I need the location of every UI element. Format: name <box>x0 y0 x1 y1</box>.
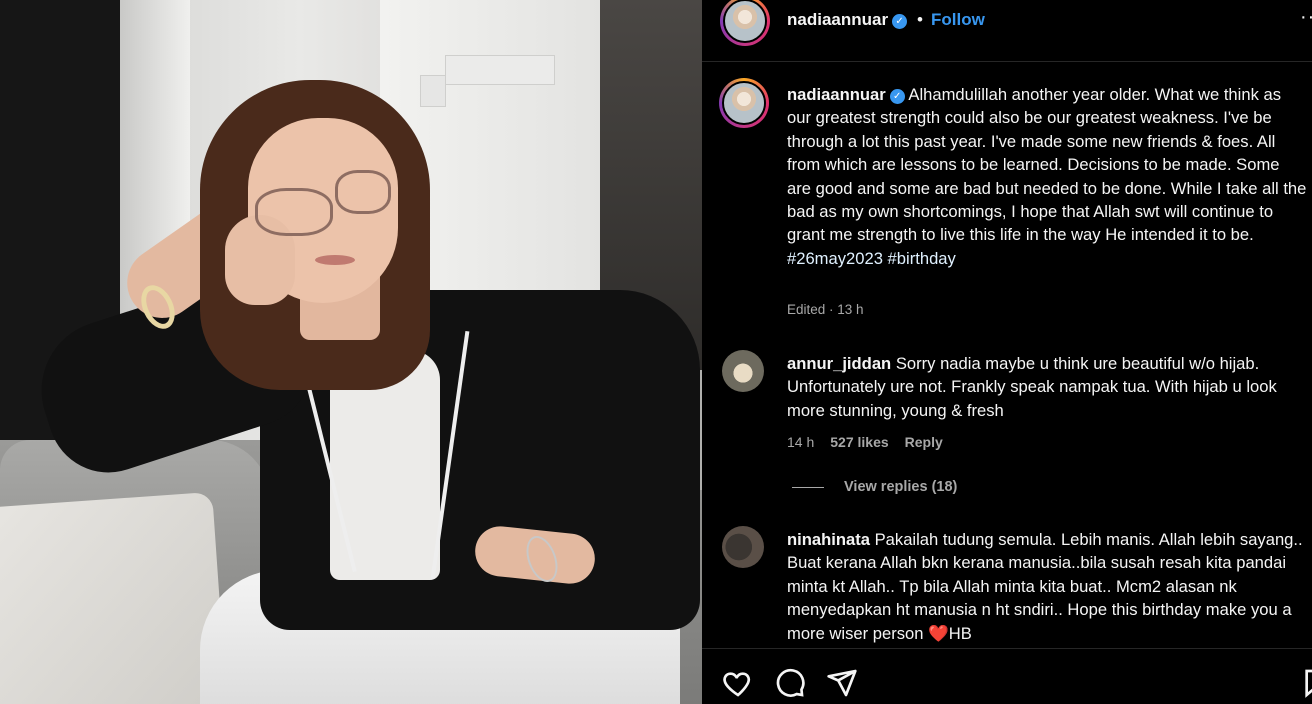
verified-badge-icon: ✓ <box>892 14 908 29</box>
more-options-icon[interactable]: ··· <box>1300 6 1312 29</box>
caption-hashtags[interactable]: #26may2023 #birthday <box>787 249 956 268</box>
photo-bg-switch-small <box>420 75 446 107</box>
comment-suffix: HB <box>948 623 972 643</box>
comment-username[interactable]: ninahinata <box>787 530 870 549</box>
heart-emoji: ❤️ <box>928 623 949 643</box>
view-replies-button[interactable]: View replies (18) <box>792 479 957 495</box>
comment-bubble-icon[interactable] <box>774 667 806 699</box>
caption-text: Alhamdulillah another year older. What w… <box>787 85 1307 245</box>
photo-glasses-right <box>335 170 391 214</box>
comment-avatar[interactable] <box>722 526 764 568</box>
photo-lips <box>315 255 355 265</box>
heart-icon[interactable] <box>722 667 754 699</box>
post-photo[interactable] <box>0 0 702 704</box>
comment-time: 14 h <box>787 434 815 450</box>
caption-avatar[interactable] <box>719 78 769 128</box>
edited-timestamp: Edited · 13 h <box>787 302 864 317</box>
caption-username[interactable]: nadiaannuar <box>787 85 886 104</box>
photo-glasses-left <box>255 188 333 236</box>
bookmark-icon[interactable] <box>1300 667 1312 699</box>
paper-plane-icon[interactable] <box>826 667 858 699</box>
photo-pillow <box>0 491 228 704</box>
comment-item: annur_jiddan Sorry nadia maybe u think u… <box>787 352 1307 422</box>
comment-meta: 14 h 527 likes Reply <box>787 434 943 450</box>
separator-dot: • <box>917 10 923 29</box>
comment-avatar[interactable] <box>722 350 764 392</box>
post-caption: nadiaannuar ✓ Alhamdulillah another year … <box>787 83 1307 270</box>
replies-divider <box>792 486 824 488</box>
view-replies-label: View replies (18) <box>844 479 958 495</box>
verified-badge-icon: ✓ <box>889 89 905 104</box>
action-bar <box>702 648 1312 704</box>
photo-bg-switch <box>445 55 555 85</box>
follow-button[interactable]: Follow <box>931 10 985 30</box>
author-avatar[interactable] <box>720 0 770 46</box>
post-side-panel: nadiaannuar✓ • Follow ··· nadiaannuar✓ A… <box>702 0 1312 704</box>
comment-likes[interactable]: 527 likes <box>830 434 888 450</box>
author-username[interactable]: nadiaannuar ✓ <box>787 10 908 30</box>
comment-username[interactable]: annur_jiddan <box>787 354 891 373</box>
post-header: nadiaannuar✓ • Follow ··· <box>702 0 1312 62</box>
comment-item: ninahinata Pakailah tudung semula. Lebih… <box>787 528 1307 645</box>
reply-button[interactable]: Reply <box>905 434 943 450</box>
